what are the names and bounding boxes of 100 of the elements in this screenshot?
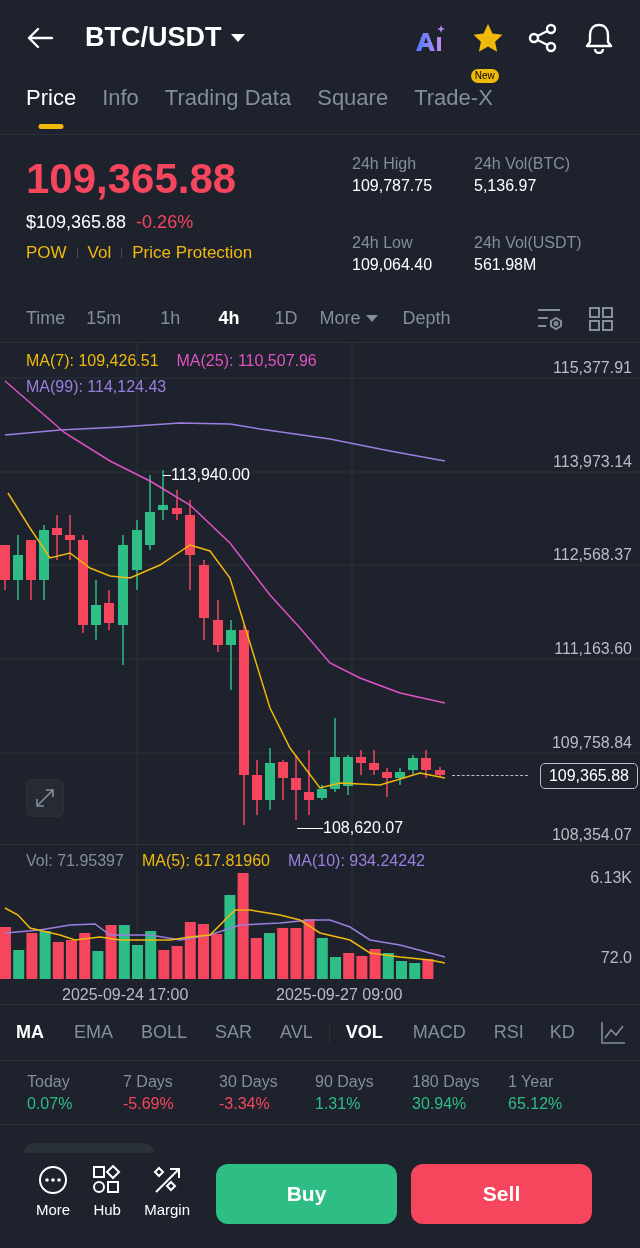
ma-legend: MA(99): 114,124.43 — [26, 374, 526, 400]
stat-value: 561.98M — [474, 255, 538, 275]
period-label: 30 Days — [219, 1071, 279, 1092]
candle — [132, 519, 142, 591]
volume-bar — [0, 927, 11, 979]
candle — [65, 514, 75, 561]
period-change: 30.94% — [412, 1093, 468, 1114]
grid-layout-icon[interactable] — [588, 305, 614, 332]
indicator-tab[interactable]: MA — [16, 1019, 44, 1046]
candle — [52, 514, 62, 561]
candle — [343, 754, 353, 796]
period-label: 90 Days — [315, 1071, 375, 1092]
interval-tab[interactable]: More — [319, 305, 379, 332]
candle — [278, 759, 288, 801]
ma-legend: MA(25): 110,507.96 — [176, 348, 317, 374]
indicator-tab[interactable]: AVL — [280, 1019, 313, 1046]
nav-button[interactable]: More — [36, 1165, 71, 1222]
low-price-marker: 108,620.07 — [323, 819, 404, 837]
period-label: 180 Days — [412, 1071, 481, 1092]
tab[interactable]: Info — [102, 81, 139, 134]
tab[interactable]: Trade-X — [414, 81, 493, 134]
candle — [104, 589, 114, 631]
indicator-tab[interactable]: BOLL — [141, 1019, 188, 1046]
candle — [382, 767, 392, 798]
buy-button[interactable]: Buy — [216, 1163, 398, 1224]
share-icon[interactable] — [528, 22, 558, 53]
volume-legend: Vol: 71.95397 — [26, 849, 124, 873]
bell-icon[interactable] — [584, 21, 614, 54]
period-label: Today — [27, 1071, 71, 1092]
tab[interactable]: Price — [26, 81, 77, 134]
high-price-marker: 113,940.00 — [171, 466, 250, 484]
volume-legend: MA(10): 934.24242 — [287, 849, 425, 873]
volume-bar — [409, 963, 421, 979]
interval-tab[interactable]: 1D — [274, 305, 298, 332]
interval-tab[interactable]: 1h — [160, 305, 181, 332]
indicator-tab[interactable]: KD — [549, 1019, 575, 1046]
volume-bar — [330, 957, 341, 979]
candle — [91, 579, 101, 641]
nav-button[interactable]: Margin — [144, 1165, 191, 1222]
current-price-tag: 109,365.88 — [539, 763, 638, 789]
tab-indicator — [38, 124, 64, 129]
indicator-tab[interactable]: VOL — [345, 1019, 383, 1046]
indicator-tab[interactable]: EMA — [74, 1019, 113, 1046]
pair-selector[interactable]: BTC/USDT — [85, 17, 246, 58]
stat-label: 24h Vol(USDT) — [474, 233, 583, 253]
candle — [395, 767, 405, 786]
candle — [317, 784, 327, 801]
volume-bar — [290, 928, 302, 979]
back-icon[interactable] — [26, 25, 54, 50]
price-axis-label: 115,377.91 — [553, 358, 632, 378]
volume-bar — [382, 953, 394, 979]
indicator-tab[interactable]: MACD — [412, 1019, 466, 1046]
candle — [265, 747, 275, 811]
price-axis-label: 108,354.07 — [551, 825, 632, 845]
tab[interactable]: Trading Data — [164, 81, 292, 134]
tag-link[interactable]: Vol — [87, 240, 112, 266]
new-badge: New — [470, 69, 499, 83]
volume-bar — [66, 940, 77, 979]
volume-axis-label: 72.0 — [600, 948, 632, 968]
volume-bar — [356, 956, 368, 979]
interval-tab[interactable]: 4h — [218, 305, 240, 332]
tab[interactable]: Square — [317, 81, 389, 134]
volume-bar — [39, 931, 51, 979]
expand-button[interactable] — [26, 779, 64, 817]
interval-tab[interactable]: Depth — [402, 305, 451, 332]
price-axis-label: 112,568.37 — [553, 545, 632, 565]
volume-bar — [343, 953, 355, 979]
more-icon — [38, 1165, 69, 1196]
star-icon[interactable] — [472, 22, 504, 53]
indicator-tab[interactable]: RSI — [493, 1019, 524, 1046]
volume-bar — [369, 949, 381, 979]
stat-label: 24h Low — [352, 233, 414, 253]
stat-label: 24h Vol(BTC) — [474, 154, 572, 174]
candle — [304, 749, 314, 816]
time-axis-label: 2025-09-27 09:00 — [276, 985, 403, 1005]
tag-link[interactable]: Price Protection — [132, 240, 253, 266]
period-change: 65.12% — [508, 1093, 564, 1114]
sell-button[interactable]: Sell — [411, 1163, 593, 1224]
tag-link[interactable]: POW — [26, 240, 67, 266]
volume-bar — [277, 928, 289, 979]
stat-value: 109,064.40 — [352, 255, 434, 275]
stat-value: 5,136.97 — [474, 176, 538, 196]
period-label: 1 Year — [508, 1071, 555, 1092]
candle — [158, 469, 168, 521]
usd-price: $109,365.88 — [26, 211, 127, 234]
candle — [421, 749, 431, 779]
nav-button[interactable]: Hub — [92, 1165, 123, 1222]
period-change: -5.69% — [123, 1093, 175, 1114]
caret-icon — [229, 32, 246, 43]
period-change: 0.07% — [27, 1093, 74, 1114]
chart-icon[interactable] — [600, 1020, 626, 1045]
last-price: 109,365.88 — [26, 154, 238, 204]
interval-tab[interactable]: Time — [26, 305, 66, 332]
candle — [213, 599, 223, 653]
indicator-tab[interactable]: SAR — [215, 1019, 253, 1046]
volume-legend: MA(5): 617.81960 — [141, 849, 270, 873]
interval-tab[interactable]: 15m — [86, 305, 122, 332]
hub-icon — [92, 1165, 123, 1196]
period-change: 1.31% — [315, 1093, 362, 1114]
candle — [369, 749, 379, 776]
